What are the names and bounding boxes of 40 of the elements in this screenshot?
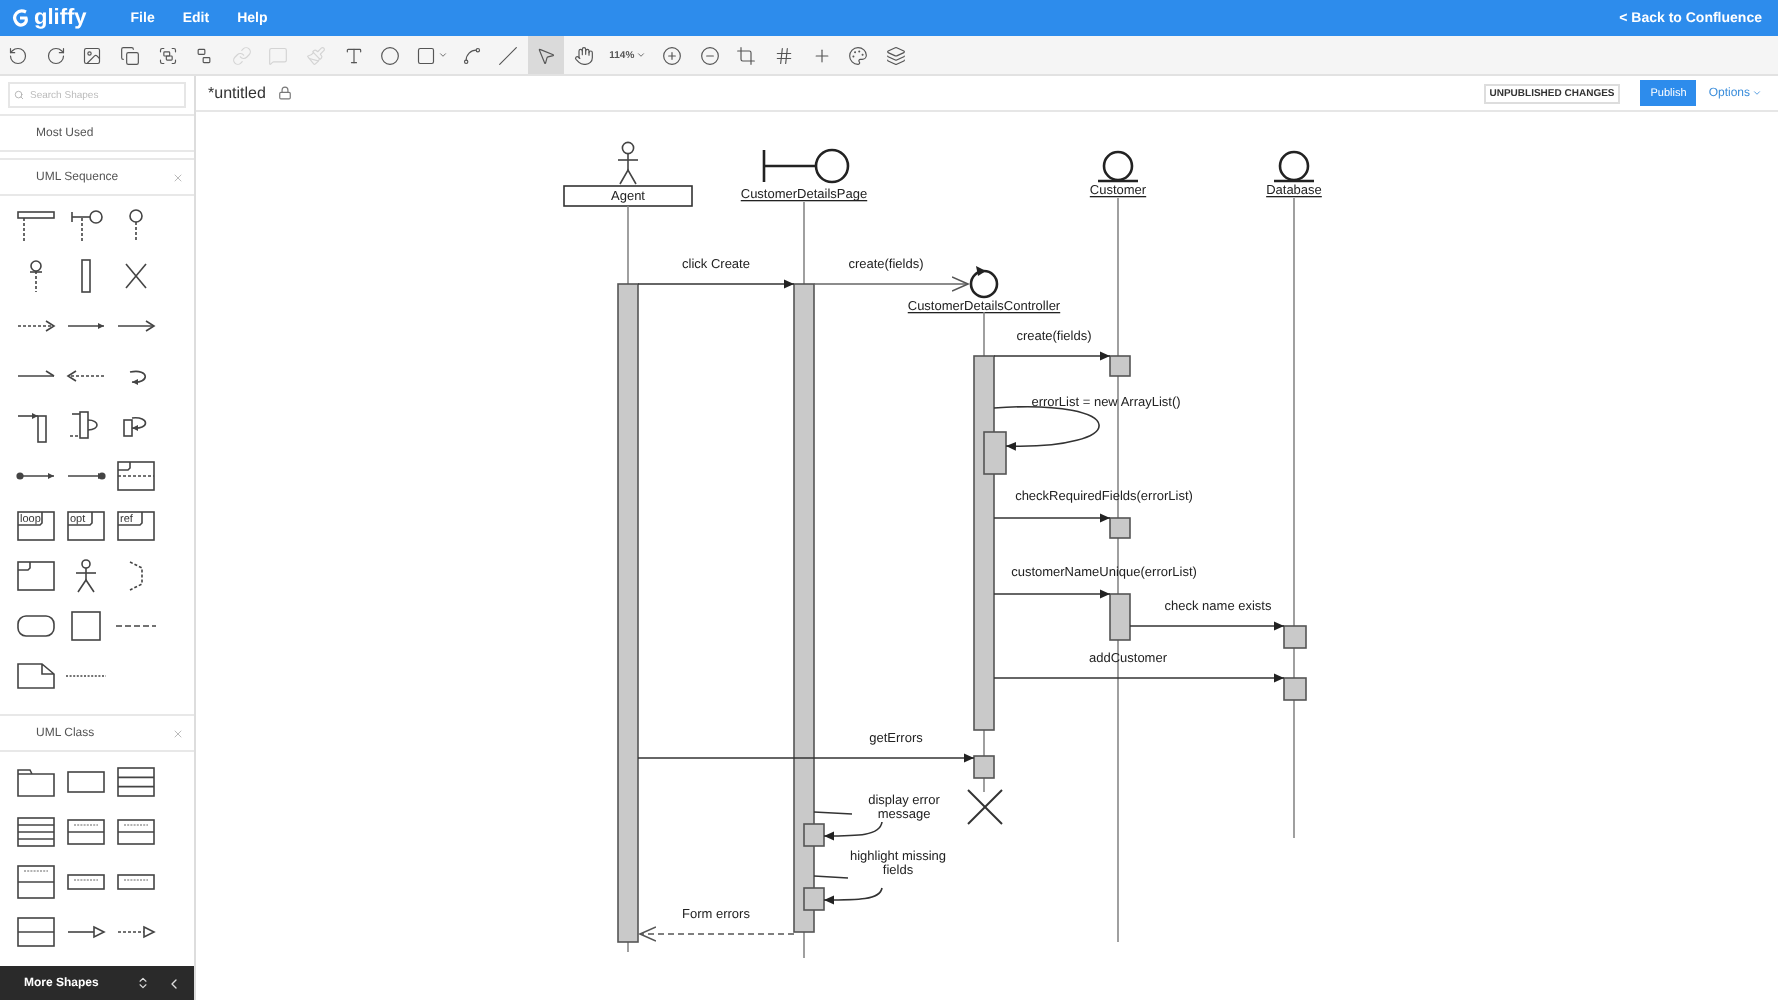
entity-icon: [1098, 150, 1138, 183]
class-icon[interactable]: [113, 763, 157, 799]
activation-bar: [1109, 517, 1131, 539]
destroy-cross-icon: [967, 789, 1003, 825]
document-title: *untitled: [208, 84, 266, 102]
frame-icon[interactable]: [13, 557, 57, 593]
message-arrow: [993, 513, 1111, 523]
frame-icon[interactable]: [113, 457, 157, 493]
message-arrow: [993, 405, 1100, 451]
entity-icon: [1274, 150, 1314, 183]
logo-text: gliffy: [34, 6, 87, 30]
collapse-icon[interactable]: [166, 975, 182, 991]
pointer-button[interactable]: [527, 36, 565, 74]
activation-bar: [1109, 593, 1131, 641]
message-arrow: [813, 875, 883, 905]
caret-icon: [1752, 88, 1762, 98]
message-arrow: [993, 351, 1111, 361]
class-icon[interactable]: [13, 913, 57, 949]
activation-bar: [1283, 625, 1307, 649]
boundary-icon: [762, 148, 850, 184]
lifeline-label-background: [563, 185, 693, 207]
class-icon[interactable]: [113, 813, 157, 849]
lock-icon[interactable]: [277, 86, 292, 100]
caret-icon: [437, 50, 448, 60]
activation-bar: [1109, 355, 1131, 377]
search-icon: [14, 90, 24, 100]
class-icon[interactable]: [63, 813, 107, 849]
activation-bar: [1283, 677, 1307, 701]
logo-icon: [12, 8, 30, 28]
expand-icon[interactable]: [136, 976, 150, 990]
note-icon[interactable]: [13, 657, 57, 693]
control-icon: [969, 266, 999, 299]
caret-icon: [636, 50, 647, 60]
class-icon[interactable]: [13, 813, 57, 849]
activation-bar: [973, 755, 995, 779]
message-arrow: [993, 589, 1111, 599]
actor-icon: [617, 141, 639, 185]
lifeline-icon[interactable]: [13, 207, 57, 243]
class-icon[interactable]: [13, 863, 57, 899]
folder-icon[interactable]: [13, 763, 57, 799]
